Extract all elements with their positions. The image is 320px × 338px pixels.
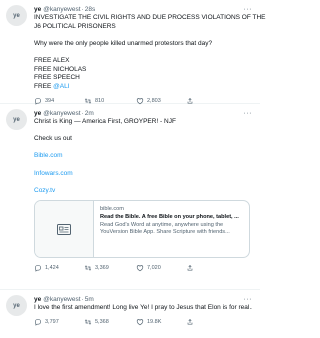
tweet-text: INVESTIGATE THE CIVIL RIGHTS AND DUE PRO… (34, 14, 266, 92)
author-name[interactable]: ye (34, 295, 41, 304)
separator-dot: · (81, 295, 84, 303)
like-count: 7,020 (147, 265, 161, 272)
card-title: Read the Bible. A free Bible on your pho… (100, 213, 239, 220)
like-count: 19.8K (147, 318, 162, 325)
bible-link[interactable]: Bible.com (34, 152, 252, 161)
retweet-icon (84, 318, 92, 325)
text-line: FREE NICHOLAS (34, 65, 87, 73)
more-options-icon[interactable]: ··· (244, 295, 253, 304)
reply-count: 3,797 (45, 318, 59, 325)
like-button[interactable]: 19.8K (136, 318, 186, 326)
author-handle[interactable]: @kanyewest (43, 5, 80, 14)
reply-button[interactable]: 1,424 (34, 264, 84, 272)
share-icon (187, 265, 193, 271)
reply-icon (34, 265, 42, 272)
tweet-header: ye @kanyewest · 2m ··· (34, 108, 252, 118)
text-line: Check us out (34, 135, 72, 143)
share-icon (187, 318, 193, 325)
avatar[interactable]: ye (6, 5, 27, 26)
share-button[interactable] (186, 264, 194, 272)
text-line: INVESTIGATE THE CIVIL RIGHTS AND DUE PRO… (34, 14, 266, 21)
mention-link[interactable]: @ALI (53, 83, 69, 90)
reply-count: 1,424 (45, 265, 59, 272)
tweet-2[interactable]: ye ye @kanyewest · 2m ··· Christ is King… (0, 104, 260, 290)
share-button[interactable] (186, 318, 194, 326)
like-button[interactable]: 7,020 (136, 264, 186, 272)
card-description: YouVersion Bible App. Share Scripture wi… (100, 229, 230, 236)
retweet-button[interactable]: 3,369 (84, 264, 136, 272)
author-handle[interactable]: @kanyewest (43, 109, 80, 118)
retweet-button[interactable]: 5,368 (84, 318, 136, 326)
text-line: Christ is King — America First, GROYPER!… (34, 118, 176, 125)
tweet-actions: 1,424 3,369 7,020 (34, 261, 252, 275)
author-name[interactable]: ye (34, 5, 41, 14)
tweet-1[interactable]: ye ye @kanyewest · 28s ··· INVESTIGATE T… (0, 0, 266, 105)
author-name[interactable]: ye (34, 109, 41, 118)
avatar[interactable]: ye (6, 295, 27, 316)
author-handle[interactable]: @kanyewest (43, 295, 80, 304)
tweet-header: ye @kanyewest · 5m ··· (34, 294, 252, 304)
card-description: Read God's Word at anytime, anywhere usi… (100, 221, 224, 228)
separator-dot: · (81, 109, 84, 117)
more-options-icon[interactable]: ··· (244, 5, 253, 14)
heart-icon (136, 318, 144, 325)
heart-icon (136, 265, 144, 272)
tweet-3[interactable]: ye ye @kanyewest · 5m ··· I love the fir… (0, 290, 260, 338)
retweet-count: 5,368 (95, 318, 109, 325)
infowars-link[interactable]: Infowars.com (34, 170, 252, 179)
cozy-link[interactable]: Cozy.tv (34, 187, 252, 196)
card-domain: bible.com (100, 206, 124, 213)
more-options-icon[interactable]: ··· (244, 109, 253, 118)
retweet-icon (84, 265, 92, 272)
tweet-text: Christ is King — America First, GROYPER!… (34, 118, 252, 195)
retweet-count: 3,369 (95, 265, 109, 272)
text-line: FREE SPEECH (34, 74, 80, 82)
tweet-time[interactable]: 2m (85, 109, 94, 118)
tweet-time[interactable]: 28s (85, 5, 95, 14)
avatar[interactable]: ye (6, 109, 27, 130)
tweet-header: ye @kanyewest · 28s ··· (34, 4, 252, 14)
text-fragment: FREE (34, 82, 54, 90)
tweet-text: I love the first amendment! Long live Ye… (34, 304, 252, 313)
card-media (35, 201, 94, 258)
reply-icon (34, 318, 42, 326)
card-body: bible.com Read the Bible. A free Bible o… (94, 201, 245, 257)
tweet-time[interactable]: 5m (85, 295, 94, 304)
link-preview-card[interactable]: bible.com Read the Bible. A free Bible o… (34, 200, 250, 259)
text-line: Why were the only people killed unarmed … (34, 39, 213, 47)
separator-dot: · (81, 5, 84, 13)
document-icon (57, 223, 71, 235)
text-line: I love the first amendment! Long live Ye… (34, 304, 252, 311)
text-line: FREE ALEX (34, 56, 70, 64)
tweet-actions: 3,797 5,368 19.8K (34, 315, 252, 329)
text-line: FREE @ALI (34, 83, 252, 92)
text-line: J6 POLITICAL PRISONERS (34, 22, 116, 30)
reply-button[interactable]: 3,797 (34, 318, 84, 326)
